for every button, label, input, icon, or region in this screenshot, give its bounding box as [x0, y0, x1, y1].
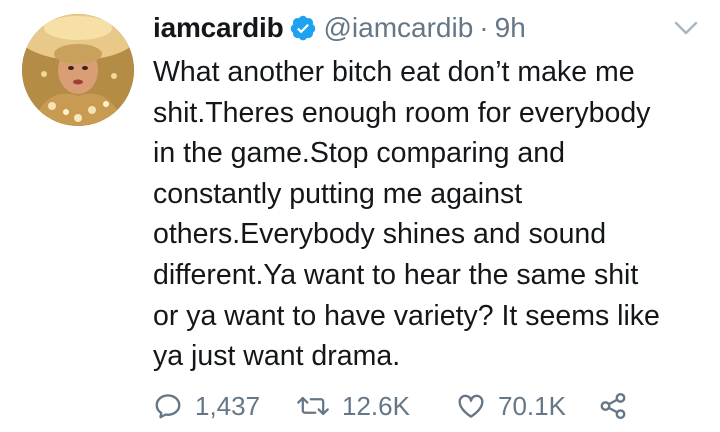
heart-icon: [458, 394, 484, 418]
tweet-text-line: What another bitch eat don’t make me: [153, 56, 635, 88]
retweet-count: 12.6K: [342, 390, 410, 421]
handle[interactable]: @iamcardib: [323, 12, 473, 44]
retweet-icon: [297, 396, 329, 416]
tweet-text-line: different.Ya want to hear the same shit: [153, 258, 639, 291]
tweet-text: What another bitch eat don’t make me shi…: [153, 52, 698, 377]
timestamp[interactable]: 9h: [495, 12, 526, 44]
tweet-text-line: in the game.Stop comparing and: [153, 137, 565, 170]
display-name[interactable]: iamcardib: [153, 12, 284, 44]
share-icon: [600, 392, 626, 420]
avatar[interactable]: [22, 14, 134, 126]
chevron-down-icon[interactable]: [674, 20, 698, 36]
tweet-text-line: constantly putting me against: [153, 177, 523, 210]
like-button[interactable]: 70.1K: [456, 391, 598, 422]
separator: ·: [479, 12, 489, 43]
like-count: 70.1K: [498, 390, 566, 421]
avatar-image: [22, 14, 134, 126]
tweet-card[interactable]: iamcardib @iamcardib · 9h What another b…: [0, 0, 720, 432]
verified-badge-icon: [289, 14, 317, 42]
tweet-text-line: others.Everybody shines and sound: [153, 218, 607, 251]
reply-icon: [155, 394, 181, 419]
retweet-button[interactable]: 12.6K: [296, 391, 456, 422]
share-button[interactable]: [598, 391, 628, 421]
action-bar: 1,437 12.6K 70.1K: [153, 388, 628, 424]
tweet-header: iamcardib @iamcardib · 9h: [153, 10, 526, 46]
reply-button[interactable]: 1,437: [153, 391, 296, 422]
reply-count: 1,437: [195, 390, 261, 421]
tweet-text-line: or ya want to have variety? It seems lik…: [153, 299, 660, 332]
tweet-text-line: shit.Theres enough room for everybody: [153, 96, 651, 129]
tweet-text-line: ya just want drama.: [153, 340, 401, 373]
